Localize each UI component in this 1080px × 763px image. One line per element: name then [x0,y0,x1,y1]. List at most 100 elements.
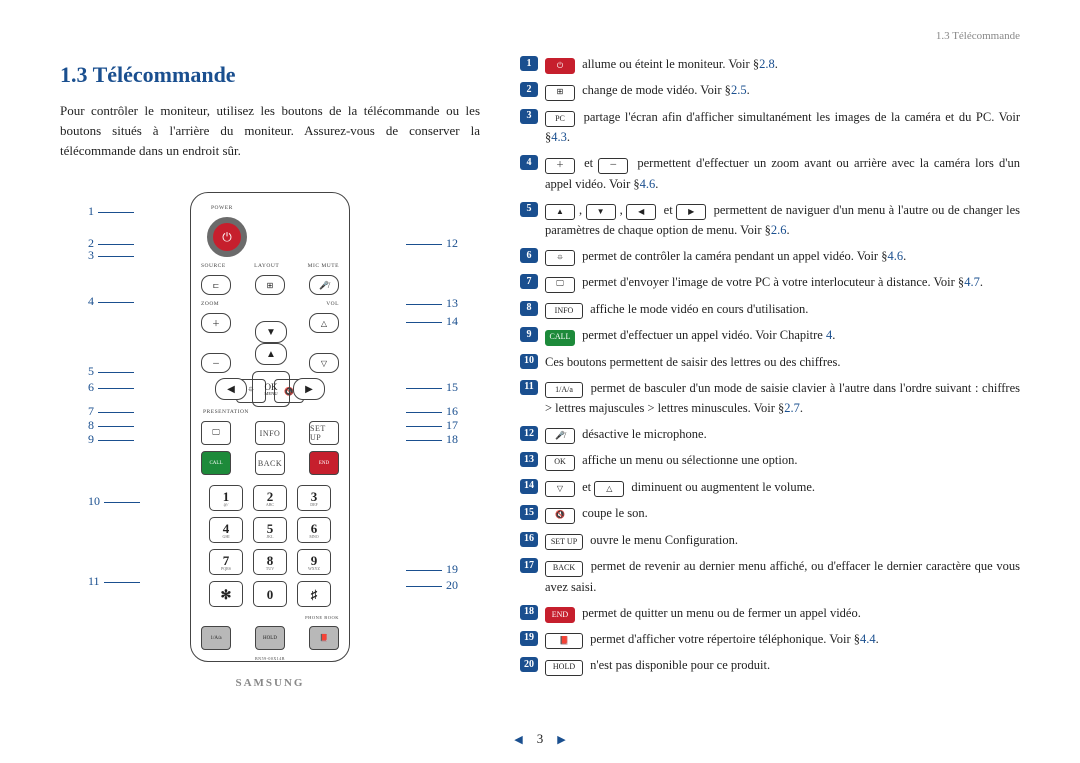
inline-key-icon: △ [594,481,624,497]
callout-20: 20 [402,578,458,593]
callout-15: 15 [402,380,458,395]
inline-key-icon: ▲ [545,204,575,220]
desc-item-10: 10Ces boutons permettent de saisir des l… [520,352,1020,372]
callout-12: 12 [402,236,458,251]
numkey-3: 3DEF [297,485,331,511]
desc-item-11: 111/A/a permet de basculer d'un mode de … [520,378,1020,418]
numkey-1: 1@/ [209,485,243,511]
inline-key-icon: ⯐ [545,250,575,266]
callout-11: 11 [88,574,144,589]
desc-item-17: 17BACK permet de revenir au dernier menu… [520,556,1020,596]
inline-key-icon: INFO [545,303,583,319]
callout-9: 9 [88,432,138,447]
remote-diagram: 1234567891011 121314151617181920 POWER ⏻… [60,174,480,662]
inline-key-icon: ▼ [586,204,616,220]
inline-key-icon: OK [545,455,575,471]
desc-item-18: 18END permet de quitter un menu ou de fe… [520,603,1020,623]
callout-17: 17 [402,418,458,433]
next-page-icon[interactable]: ▶ [557,733,565,746]
prev-page-icon[interactable]: ◀ [514,733,522,746]
inline-key-icon: ⏻ [545,58,575,74]
callout-8: 8 [88,418,138,433]
numkey-8: 8TUV [253,549,287,575]
inline-key-icon: CALL [545,330,575,346]
inline-key-icon: ▶ [676,204,706,220]
item-number: 2 [520,82,538,97]
running-header: 1.3 Télécommande [936,30,1020,42]
numkey-6: 6MNO [297,517,331,543]
inline-key-icon: HOLD [545,660,583,676]
desc-item-15: 15🔇 coupe le son. [520,503,1020,523]
numkey-2: 2ABC [253,485,287,511]
desc-item-16: 16SET UP ouvre le menu Configuration. [520,530,1020,550]
item-number: 10 [520,354,538,369]
inline-key-icon: － [598,158,628,174]
item-number: 1 [520,56,538,71]
callout-13: 13 [402,296,458,311]
inline-key-icon: BACK [545,561,583,577]
inline-key-icon: 📕 [545,633,583,649]
inline-key-icon: ＋ [545,158,575,174]
item-number: 9 [520,327,538,342]
numkey-7: 7PQRS [209,549,243,575]
power-label: POWER [211,205,233,211]
callout-19: 19 [402,562,458,577]
item-number: 18 [520,605,538,620]
desc-item-20: 20HOLD n'est pas disponible pour ce prod… [520,655,1020,675]
desc-item-2: 2⊞ change de mode vidéo. Voir §2.5. [520,80,1020,100]
item-number: 13 [520,452,538,467]
inline-key-icon: 🖵 [545,277,575,293]
desc-item-19: 19📕 permet d'afficher votre répertoire t… [520,629,1020,649]
item-number: 12 [520,426,538,441]
callout-4: 4 [88,294,138,309]
brand-logo: SAMSUNG [235,677,304,689]
item-number: 5 [520,202,538,217]
inline-key-icon: ⊞ [545,85,575,101]
callout-18: 18 [402,432,458,447]
section-title: 1.3 Télécommande [60,62,480,88]
item-number: 17 [520,558,538,573]
callout-1: 1 [88,204,138,219]
desc-item-3: 3PC partage l'écran afin d'afficher simu… [520,107,1020,147]
callout-3: 3 [88,248,138,263]
numpad: 1@/2ABC3DEF4GHI5JKL6MNO7PQRS8TUV9WXYZ✻0♯ [209,485,331,607]
callout-10: 10 [88,494,144,509]
callout-7: 7 [88,404,138,419]
page-footer: ◀ 3 ▶ [0,731,1080,747]
desc-item-12: 12🎤̸ désactive le microphone. [520,424,1020,444]
numkey-4: 4GHI [209,517,243,543]
item-number: 15 [520,505,538,520]
numkey-♯: ♯ [297,581,331,607]
page-number: 3 [537,731,544,747]
item-number: 11 [520,380,538,395]
item-number: 4 [520,155,538,170]
item-number: 19 [520,631,538,646]
item-number: 6 [520,248,538,263]
desc-item-14: 14▽ et △ diminuent ou augmentent le volu… [520,477,1020,497]
desc-item-9: 9CALL permet d'effectuer un appel vidéo.… [520,325,1020,345]
item-number: 3 [520,109,538,124]
inline-key-icon: PC [545,111,575,127]
numkey-9: 9WXYZ [297,549,331,575]
inline-key-icon: 🔇 [545,508,575,524]
inline-key-icon: END [545,607,575,623]
item-number: 14 [520,479,538,494]
numkey-✻: ✻ [209,581,243,607]
remote-row-2: SOURCE LAYOUT MIC MUTE [201,263,339,269]
inline-key-icon: ◀ [626,204,656,220]
desc-item-1: 1⏻ allume ou éteint le moniteur. Voir §2… [520,54,1020,74]
intro-paragraph: Pour contrôler le moniteur, utilisez les… [60,101,480,161]
inline-key-icon: 🎤̸ [545,428,575,444]
callout-5: 5 [88,364,138,379]
desc-item-13: 13OK affiche un menu ou sélectionne une … [520,450,1020,470]
callout-16: 16 [402,404,458,419]
inline-key-icon: 1/A/a [545,382,583,398]
numkey-0: 0 [253,581,287,607]
item-number: 16 [520,532,538,547]
callout-14: 14 [402,314,458,329]
desc-item-4: 4＋ et － permettent d'effectuer un zoom a… [520,153,1020,193]
remote-control-outline: POWER ⏻ SOURCE LAYOUT MIC MUTE ⊏⊞🎤̸ ZOOM… [190,192,350,662]
desc-item-8: 8INFO affiche le mode vidéo en cours d'u… [520,299,1020,319]
inline-key-icon: SET UP [545,534,583,550]
item-number: 20 [520,657,538,672]
